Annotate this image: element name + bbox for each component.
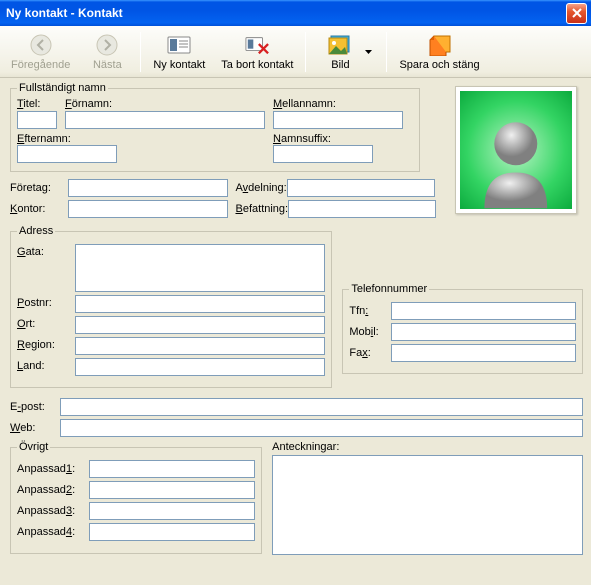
web-label: Web: xyxy=(10,422,60,434)
firstname-field[interactable] xyxy=(65,111,265,129)
person-placeholder-icon xyxy=(471,109,561,209)
email-field[interactable] xyxy=(60,398,583,416)
title-label: Titel: xyxy=(17,98,57,110)
street-label: Gata: xyxy=(17,244,75,258)
firstname-label: Förnamn: xyxy=(65,98,265,110)
office-label: Kontor: xyxy=(10,203,68,215)
close-button[interactable] xyxy=(566,3,587,24)
company-label: Företag: xyxy=(10,182,68,194)
toolbar: Föregående Nästa Ny kontakt Ta bort kont… xyxy=(0,26,591,78)
chevron-down-icon xyxy=(365,50,372,54)
next-button: Nästa xyxy=(79,28,135,76)
company-field[interactable] xyxy=(68,179,228,197)
phone-label: Tfn: xyxy=(349,305,391,317)
phone-group: Telefonnummer Tfn: Mobil: Fax: xyxy=(342,283,583,374)
notes-label: Anteckningar: xyxy=(272,441,583,453)
region-field[interactable] xyxy=(75,337,325,355)
arrow-left-icon xyxy=(29,33,53,57)
country-field[interactable] xyxy=(75,358,325,376)
email-label: E-post: xyxy=(10,401,60,413)
street-field[interactable] xyxy=(75,244,325,292)
misc-group: Övrigt Anpassad1: Anpassad2: Anpassad3: … xyxy=(10,441,262,554)
save-close-icon xyxy=(428,33,452,57)
zip-field[interactable] xyxy=(75,295,325,313)
position-field[interactable] xyxy=(288,200,436,218)
contact-photo[interactable] xyxy=(455,86,577,214)
arrow-right-icon xyxy=(95,33,119,57)
custom4-field[interactable] xyxy=(89,523,255,541)
image-dropdown[interactable] xyxy=(362,31,374,73)
department-field[interactable] xyxy=(287,179,435,197)
titlebar: Ny kontakt - Kontakt xyxy=(0,0,591,26)
save-close-button[interactable]: Spara och stäng xyxy=(392,28,486,76)
country-label: Land: xyxy=(17,358,75,372)
middlename-field[interactable] xyxy=(273,111,403,129)
prev-button: Föregående xyxy=(4,28,77,76)
lastname-field[interactable] xyxy=(17,145,117,163)
custom4-label: Anpassad4: xyxy=(17,526,89,538)
picture-icon xyxy=(328,33,352,57)
suffix-field[interactable] xyxy=(273,145,373,163)
custom2-field[interactable] xyxy=(89,481,255,499)
web-field[interactable] xyxy=(60,419,583,437)
city-label: Ort: xyxy=(17,316,75,330)
custom2-label: Anpassad2: xyxy=(17,484,89,496)
city-field[interactable] xyxy=(75,316,325,334)
address-group: Adress Gata: Postnr: Ort: Region: Land: xyxy=(10,225,332,388)
custom1-field[interactable] xyxy=(89,460,255,478)
mobile-label: Mobil: xyxy=(349,326,391,338)
custom3-field[interactable] xyxy=(89,502,255,520)
image-button[interactable]: Bild xyxy=(311,28,381,76)
lastname-label: Efternamn: xyxy=(17,133,71,145)
contact-card-icon xyxy=(167,33,191,57)
fax-field[interactable] xyxy=(391,344,576,362)
close-icon xyxy=(572,8,582,18)
fullname-group: Fullständigt namn Titel: Förnamn: Mellan… xyxy=(10,82,420,172)
mobile-field[interactable] xyxy=(391,323,576,341)
contact-delete-icon xyxy=(245,33,269,57)
phone-field[interactable] xyxy=(391,302,576,320)
fax-label: Fax: xyxy=(349,347,391,359)
position-label: Befattning: xyxy=(236,203,289,215)
region-label: Region: xyxy=(17,337,75,351)
suffix-label: Namnsuffix: xyxy=(273,133,331,145)
window-title: Ny kontakt - Kontakt xyxy=(6,6,566,20)
delete-contact-button[interactable]: Ta bort kontakt xyxy=(214,28,300,76)
title-field[interactable] xyxy=(17,111,57,129)
notes-field[interactable] xyxy=(272,455,583,555)
department-label: Avdelning: xyxy=(236,182,287,194)
zip-label: Postnr: xyxy=(17,295,75,309)
custom1-label: Anpassad1: xyxy=(17,463,89,475)
office-field[interactable] xyxy=(68,200,228,218)
custom3-label: Anpassad3: xyxy=(17,505,89,517)
middlename-label: Mellannamn: xyxy=(273,98,403,110)
new-contact-button[interactable]: Ny kontakt xyxy=(146,28,212,76)
